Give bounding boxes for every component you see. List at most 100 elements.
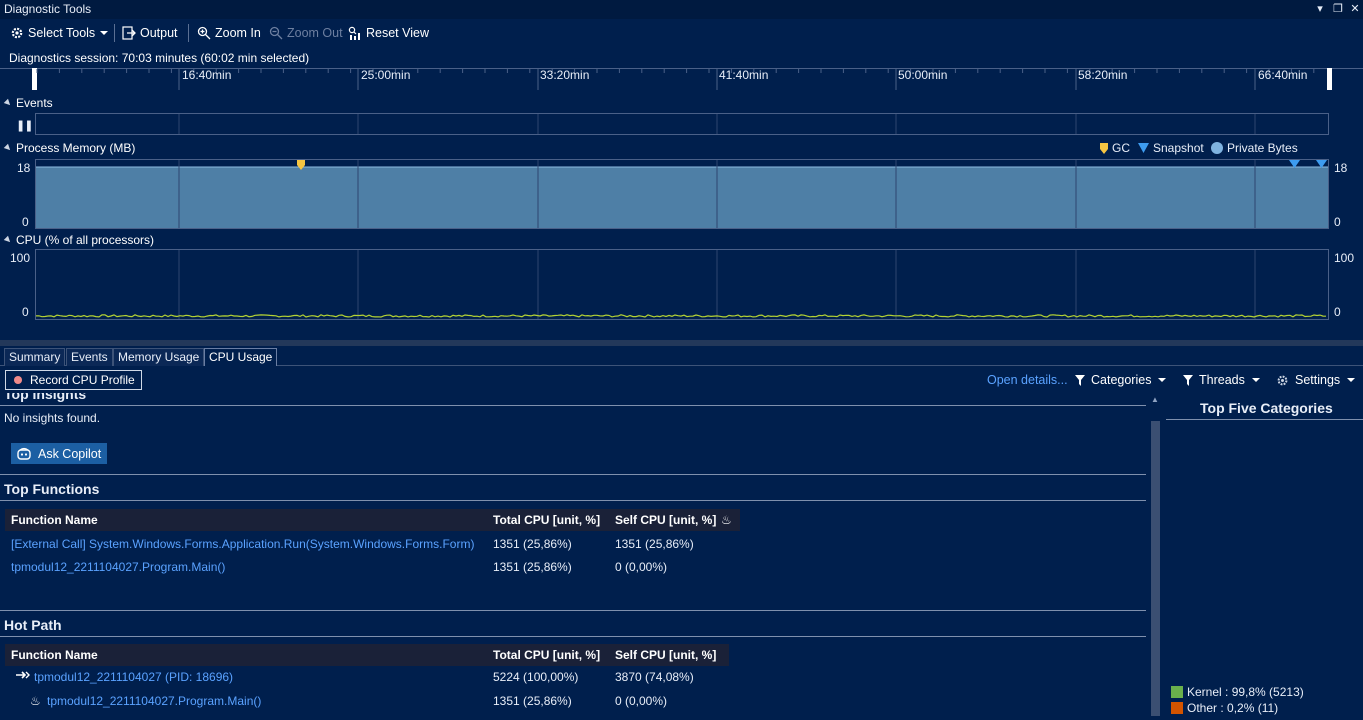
- total-cpu-value: 1351 (25,86%): [493, 537, 572, 551]
- memory-axis-min-left: 0: [22, 215, 29, 229]
- hot-path-header: Function Name Total CPU [unit, %] Self C…: [5, 644, 729, 666]
- ruler-tick-label: 50:00min: [898, 68, 948, 82]
- hot-path-icon: [16, 670, 30, 680]
- events-heading: Events: [16, 96, 53, 110]
- record-icon: [14, 376, 22, 384]
- tab-cpu-usage[interactable]: CPU Usage: [204, 348, 278, 366]
- restore-window-icon[interactable]: ❐: [1331, 2, 1345, 15]
- top-five-categories-title: Top Five Categories: [1200, 400, 1333, 416]
- zoom-out-button[interactable]: Zoom Out: [269, 24, 343, 42]
- top-five-categories-panel: Top Five Categories Kernel : 99,8% (5213…: [1166, 393, 1363, 720]
- tab-bar: Summary Events Memory Usage CPU Usage: [0, 346, 1363, 366]
- cpu-axis-max-left: 100: [10, 251, 31, 265]
- session-info: Diagnostics session: 70:03 minutes (60:0…: [9, 51, 310, 65]
- zoom-in-label: Zoom In: [215, 26, 261, 40]
- categories-filter-button[interactable]: Categories: [1075, 373, 1167, 387]
- collapse-icon: [3, 143, 13, 153]
- tab-events[interactable]: Events: [66, 348, 113, 366]
- dropdown-icon[interactable]: ▾: [1313, 2, 1327, 15]
- function-name-link[interactable]: tpmodul12_2211104027.Program.Main(): [11, 560, 225, 574]
- cpu-axis-max-right: 100: [1334, 251, 1355, 265]
- cpu-chart[interactable]: [35, 249, 1329, 320]
- ruler-tick-label: 58:20min: [1078, 68, 1128, 82]
- open-details-link[interactable]: Open details...: [987, 373, 1068, 387]
- threads-filter-button[interactable]: Threads: [1183, 373, 1260, 387]
- legend-swatch: [1171, 702, 1183, 714]
- column-function-name[interactable]: Function Name: [11, 648, 98, 662]
- zoom-out-label: Zoom Out: [287, 26, 343, 40]
- legend-gc: GC: [1100, 141, 1130, 155]
- column-function-name[interactable]: Function Name: [11, 513, 98, 527]
- chevron-down-icon: [1158, 378, 1167, 382]
- scrollbar-thumb[interactable]: [1151, 421, 1160, 716]
- divider: [1166, 419, 1363, 420]
- memory-area: [36, 167, 1328, 228]
- chevron-down-icon: [1347, 378, 1356, 382]
- ask-copilot-button[interactable]: Ask Copilot: [11, 443, 108, 464]
- memory-section-header[interactable]: Process Memory (MB): [3, 141, 136, 155]
- memory-heading: Process Memory (MB): [16, 141, 136, 155]
- legend-swatch: [1171, 686, 1183, 698]
- scroll-up-icon[interactable]: ▲: [1151, 395, 1159, 404]
- selection-handle-right: [1327, 68, 1332, 90]
- output-button[interactable]: Output: [122, 24, 178, 42]
- memory-chart[interactable]: [35, 159, 1329, 229]
- events-track[interactable]: [35, 113, 1329, 135]
- legend-snapshot: Snapshot: [1138, 141, 1204, 155]
- ask-copilot-label: Ask Copilot: [38, 446, 102, 461]
- legend-private-bytes: Private Bytes: [1211, 141, 1298, 155]
- function-name-link[interactable]: tpmodul12_2211104027 (PID: 18696): [34, 670, 233, 684]
- gc-marker-icon: [1100, 142, 1108, 154]
- select-tools-button[interactable]: Select Tools: [10, 24, 109, 42]
- top-functions-heading: Top Functions: [4, 481, 100, 497]
- copilot-icon: [17, 447, 31, 460]
- column-total-cpu[interactable]: Total CPU [unit, %]: [493, 648, 600, 662]
- memory-axis-max-left: 18: [17, 161, 31, 175]
- private-bytes-icon: [1211, 142, 1223, 154]
- zoom-in-icon: [197, 26, 211, 40]
- cpu-section-header[interactable]: CPU (% of all processors): [3, 233, 154, 247]
- window-title: Diagnostic Tools: [4, 2, 92, 16]
- category-other: Other : 0,2% (11): [1171, 701, 1278, 715]
- reset-view-label: Reset View: [366, 26, 429, 40]
- tab-memory-usage[interactable]: Memory Usage: [113, 348, 205, 366]
- collapse-icon: [3, 98, 13, 108]
- flame-icon: ♨: [721, 513, 732, 527]
- column-self-cpu[interactable]: Self CPU [unit, %]: [615, 648, 716, 662]
- output-label: Output: [140, 26, 178, 40]
- tab-summary[interactable]: Summary: [4, 348, 66, 366]
- selection-handle-left: [32, 68, 37, 90]
- total-cpu-value: 1351 (25,86%): [493, 560, 572, 574]
- settings-button[interactable]: Settings: [1276, 373, 1356, 387]
- function-name-link[interactable]: [External Call] System.Windows.Forms.App…: [11, 537, 474, 551]
- total-cpu-value: 5224 (100,00%): [493, 670, 579, 684]
- pause-icon[interactable]: ❚❚: [16, 119, 33, 132]
- column-total-cpu[interactable]: Total CPU [unit, %]: [493, 513, 600, 527]
- function-name-link[interactable]: tpmodul12_2211104027.Program.Main(): [47, 694, 261, 708]
- toolbar-divider: [114, 24, 115, 42]
- cpu-axis-min-right: 0: [1334, 305, 1341, 319]
- timeline-ruler[interactable]: 16:40min 25:00min 33:20min 41:40min 50:0…: [0, 68, 1363, 90]
- record-cpu-profile-label: Record CPU Profile: [30, 373, 135, 387]
- self-cpu-value: 3870 (74,08%): [615, 670, 694, 684]
- reset-view-button[interactable]: Reset View: [348, 24, 429, 42]
- ruler-tick-label: 25:00min: [361, 68, 411, 82]
- self-cpu-value: 0 (0,00%): [615, 560, 668, 574]
- divider: [0, 610, 1146, 611]
- top-functions-header: Function Name Total CPU [unit, %] Self C…: [5, 509, 740, 531]
- self-cpu-value: 1351 (25,86%): [615, 537, 694, 551]
- cpu-action-bar: Record CPU Profile Open details... Categ…: [0, 367, 1363, 393]
- column-self-cpu[interactable]: Self CPU [unit, %]: [615, 513, 716, 527]
- total-cpu-value: 1351 (25,86%): [493, 694, 572, 708]
- zoom-in-button[interactable]: Zoom In: [197, 24, 261, 42]
- title-bar: Diagnostic Tools ▾ ❐ ✕: [0, 0, 1363, 19]
- record-cpu-profile-button[interactable]: Record CPU Profile: [5, 370, 142, 390]
- hot-path-heading: Hot Path: [4, 617, 62, 633]
- chevron-down-icon: [100, 31, 109, 35]
- cpu-axis-min-left: 0: [22, 305, 29, 319]
- memory-axis-max-right: 18: [1334, 161, 1348, 175]
- no-insights-text: No insights found.: [4, 411, 101, 425]
- close-icon[interactable]: ✕: [1348, 2, 1362, 15]
- events-section-header[interactable]: Events: [3, 96, 53, 110]
- select-tools-label: Select Tools: [28, 26, 96, 40]
